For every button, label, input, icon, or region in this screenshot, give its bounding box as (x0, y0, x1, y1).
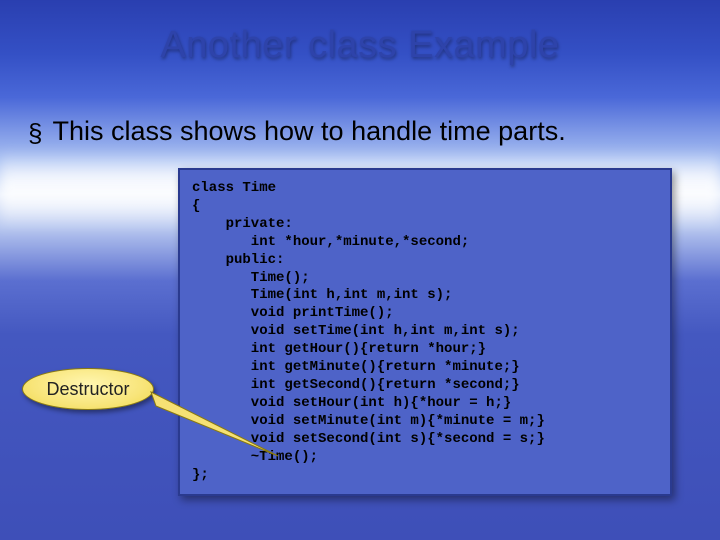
destructor-callout: Destructor (22, 368, 154, 410)
bullet-text: This class shows how to handle time part… (52, 116, 565, 147)
slide-title: Another class Example (0, 24, 720, 67)
callout-label: Destructor (46, 379, 129, 400)
bullet-item: § This class shows how to handle time pa… (28, 116, 700, 147)
bullet-marker-icon: § (28, 120, 42, 146)
code-block: class Time { private: int *hour,*minute,… (178, 168, 672, 496)
